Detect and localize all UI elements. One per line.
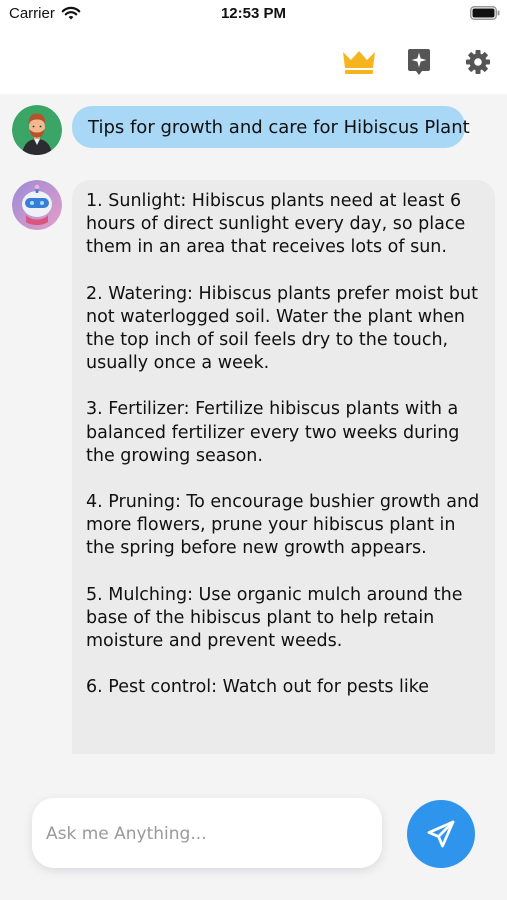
bot-tip-paragraph: 5. Mulching: Use organic mulch around th… — [86, 584, 463, 652]
send-icon — [427, 820, 455, 848]
bot-tip-paragraph: 3. Fertilizer: Fertilize hibiscus plants… — [86, 399, 460, 466]
crown-icon — [343, 51, 375, 74]
send-button[interactable] — [407, 800, 475, 868]
bot-tip-paragraph: 1. Sunlight: Hibiscus plants need at lea… — [86, 191, 466, 258]
ai-badge-button[interactable] — [399, 42, 439, 82]
status-bar: Carrier 12:53 PM — [0, 0, 507, 30]
bot-message-bubble: 1. Sunlight: Hibiscus plants need at lea… — [72, 180, 495, 754]
robot-avatar-icon — [12, 180, 62, 230]
user-message-bubble: Tips for growth and care for Hibiscus Pl… — [72, 106, 470, 148]
bot-tip-paragraph: 6. Pest control: Watch out for pests lik… — [86, 677, 430, 698]
settings-button[interactable] — [458, 42, 498, 82]
app-header — [0, 30, 507, 94]
message-input-container — [32, 798, 382, 870]
gear-icon — [466, 50, 490, 74]
user-message-text: Tips for growth and care for Hibiscus Pl… — [88, 116, 470, 138]
sparkle-badge-icon — [408, 49, 430, 75]
premium-button[interactable] — [339, 42, 379, 82]
bot-tip-paragraph: 4. Pruning: To encourage bushier growth … — [86, 492, 480, 559]
message-input[interactable] — [44, 798, 374, 870]
battery-icon — [470, 6, 500, 20]
user-avatar — [12, 105, 62, 155]
user-avatar-icon — [12, 105, 62, 155]
status-time: 12:53 PM — [220, 5, 287, 22]
bot-tip-paragraph: 2. Watering: Hibiscus plants prefer mois… — [86, 283, 478, 374]
bot-avatar — [12, 180, 62, 230]
chat-area[interactable]: Tips for growth and care for Hibiscus Pl… — [0, 94, 507, 754]
